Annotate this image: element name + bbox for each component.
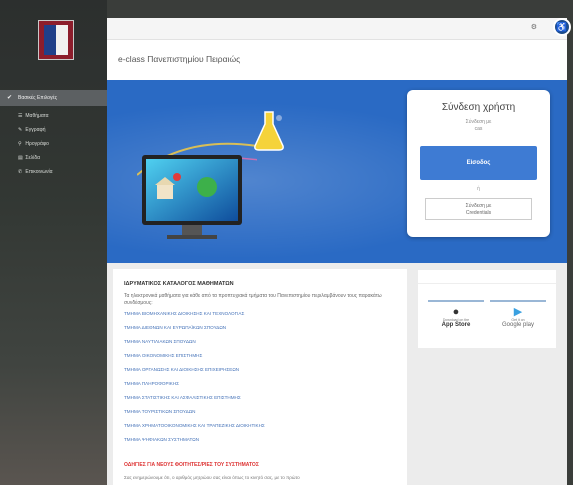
play-icon: ▶ bbox=[513, 306, 523, 318]
sidebar-item-label: Επικοινωνία bbox=[25, 169, 53, 175]
monitor-illustration bbox=[137, 142, 257, 239]
appstore-label: App Store bbox=[441, 322, 471, 328]
university-logo[interactable] bbox=[38, 20, 74, 60]
login-via: Σύνδεση με cas bbox=[407, 119, 550, 133]
department-link[interactable]: ΤΜΗΜΑ ΤΟΥΡΙΣΤΙΚΩΝ ΣΠΟΥΔΩΝ bbox=[124, 409, 195, 414]
department-link[interactable]: ΤΜΗΜΑ ΔΙΕΘΝΩΝ ΚΑΙ ΕΥΡΩΠΑΪΚΩΝ ΣΠΟΥΔΩΝ bbox=[124, 325, 226, 330]
login-button[interactable]: Είσοδος bbox=[420, 146, 537, 180]
sidebar-item-contact[interactable]: ✆ Επικοινωνία bbox=[18, 169, 53, 175]
list-icon: ☰ bbox=[18, 113, 23, 119]
panel-header bbox=[418, 270, 556, 284]
site-title[interactable]: e-class Πανεπιστημίου Πειραιώς bbox=[118, 54, 240, 64]
login-via-line2: cas bbox=[474, 126, 483, 132]
department-link[interactable]: ΤΜΗΜΑ ΝΑΥΤΙΛΙΑΚΩΝ ΣΠΟΥΔΩΝ bbox=[124, 339, 196, 344]
app-store-badge[interactable]: ● Download on the App Store bbox=[428, 300, 484, 340]
sidebar-header[interactable]: ✔ Βασικές Επιλογές bbox=[0, 90, 107, 106]
chevron-down-icon: ✔ bbox=[7, 95, 13, 101]
accessibility-icon[interactable]: ♿ bbox=[553, 18, 571, 36]
login-title: Σύνδεση χρήστη bbox=[441, 102, 516, 113]
top-bar: ⚙ bbox=[107, 18, 567, 40]
department-link[interactable]: ΤΜΗΜΑ ΧΡΗΜΑΤΟΟΙΚΟΝΟΜΙΚΗΣ ΚΑΙ ΤΡΑΠΕΖΙΚΗΣ … bbox=[124, 423, 265, 428]
apple-icon: ● bbox=[452, 306, 460, 318]
login-or-label: ή bbox=[477, 186, 480, 192]
sidebar-item-label: Εγγραφή bbox=[25, 127, 46, 133]
department-link[interactable]: ΤΜΗΜΑ ΠΛΗΡΟΦΟΡΙΚΗΣ bbox=[124, 381, 179, 386]
sidebar-item-register[interactable]: ✎ Εγγραφή bbox=[18, 127, 45, 133]
department-link[interactable]: ΤΜΗΜΑ ΒΙΟΜΗΧΑΝΙΚΗΣ ΔΙΟΙΚΗΣΗΣ ΚΑΙ ΤΕΧΝΟΛΟ… bbox=[124, 311, 244, 316]
cred-line1: Σύνδεση με bbox=[465, 203, 492, 209]
catalog-heading: ΙΔΡΥΜΑΤΙΚΟΣ ΚΑΤΑΛΟΓΟΣ ΜΑΘΗΜΑΤΩΝ bbox=[124, 281, 234, 287]
sidebar-header-label: Βασικές Επιλογές bbox=[18, 95, 58, 101]
catalog-intro: Τα ηλεκτρονικά μαθήματα για κάθε από τα … bbox=[124, 293, 382, 306]
sidebar-item-label: Μαθήματα bbox=[25, 113, 49, 119]
department-link[interactable]: ΤΜΗΜΑ ΣΤΑΤΙΣΤΙΚΗΣ ΚΑΙ ΑΣΦΑΛΙΣΤΙΚΗΣ ΕΠΙΣΤ… bbox=[124, 395, 241, 400]
gear-icon[interactable]: ⚙ bbox=[531, 23, 537, 31]
sidebar-item-label: Ηρογράφο bbox=[25, 141, 49, 147]
department-link[interactable]: ΤΜΗΜΑ ΨΗΦΙΑΚΩΝ ΣΥΣΤΗΜΑΤΩΝ bbox=[124, 437, 199, 442]
search-icon: ⚲ bbox=[18, 141, 22, 147]
login-via-line1: Σύνδεση με bbox=[465, 119, 492, 125]
sidebar-item-search[interactable]: ⚲ Ηρογράφο bbox=[18, 141, 49, 147]
sidebar-item-page[interactable]: ▤ Σελίδα bbox=[18, 155, 40, 161]
table-icon: ▤ bbox=[18, 155, 23, 161]
shield-icon bbox=[44, 25, 68, 55]
googleplay-label: Google play bbox=[501, 322, 535, 328]
cred-line2: Credentials bbox=[465, 210, 492, 216]
credentials-login-button[interactable]: Σύνδεση με Credentials bbox=[425, 198, 532, 220]
sidebar-item-courses[interactable]: ☰ Μαθήματα bbox=[18, 113, 49, 119]
edit-icon: ✎ bbox=[18, 127, 23, 133]
sidebar-item-label: Σελίδα bbox=[25, 155, 40, 161]
phone-icon: ✆ bbox=[18, 169, 23, 175]
google-play-badge[interactable]: ▶ Get it on Google play bbox=[490, 300, 546, 340]
new-students-guide-heading: ΟΔΗΓΙΕΣ ΓΙΑ ΝΕΟΥΣ ΦΟΙΤΗΤΕΣ/ΡΙΕΣ ΤΟΥ ΣΥΣΤ… bbox=[124, 462, 259, 468]
guide-text: Σας ενημερώνουμε ότι, ο αριθμός μητρώου … bbox=[124, 475, 300, 480]
login-card: Σύνδεση χρήστη Σύνδεση με cas Είσοδος ή … bbox=[407, 90, 550, 237]
app-links-panel: ● Download on the App Store ▶ Get it on … bbox=[418, 270, 556, 348]
sidebar: ✔ Βασικές Επιλογές ☰ Μαθήματα ✎ Εγγραφή … bbox=[0, 0, 107, 485]
course-catalog: ΙΔΡΥΜΑΤΙΚΟΣ ΚΑΤΑΛΟΓΟΣ ΜΑΘΗΜΑΤΩΝ Τα ηλεκτ… bbox=[113, 269, 407, 485]
flask-icon bbox=[254, 111, 284, 151]
department-link[interactable]: ΤΜΗΜΑ ΟΡΓΑΝΩΣΗΣ ΚΑΙ ΔΙΟΙΚΗΣΗΣ ΕΠΙΧΕΙΡΗΣΕ… bbox=[124, 367, 239, 372]
department-link[interactable]: ΤΜΗΜΑ ΟΙΚΟΝΟΜΙΚΗΣ ΕΠΙΣΤΗΜΗΣ bbox=[124, 353, 202, 358]
title-row: e-class Πανεπιστημίου Πειραιώς bbox=[107, 40, 567, 80]
